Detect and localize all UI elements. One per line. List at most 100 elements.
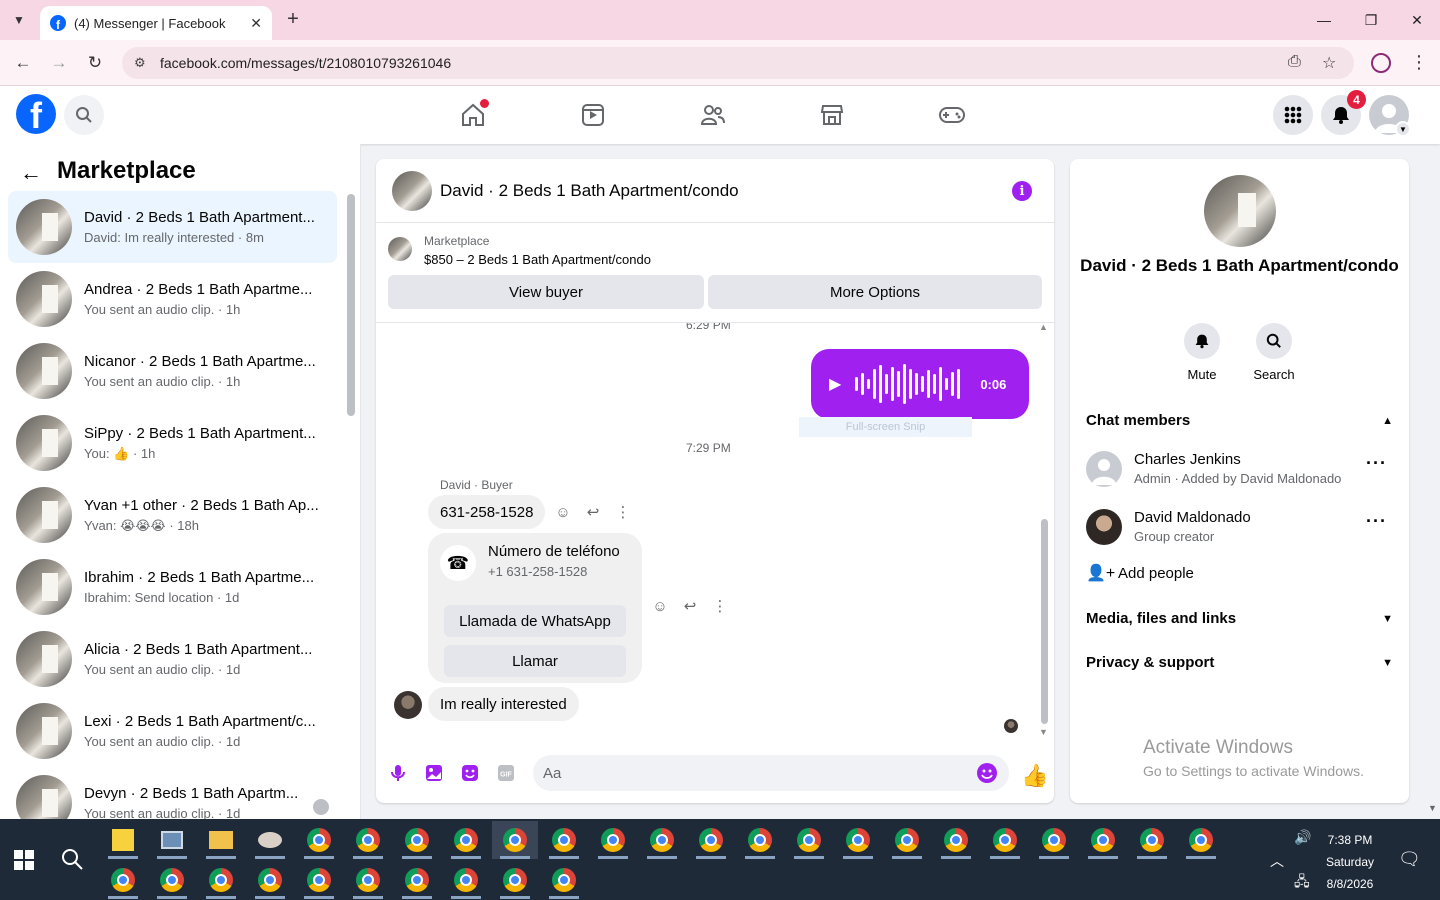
nav-video-icon[interactable] — [578, 100, 608, 130]
chrome-icon[interactable] — [982, 821, 1028, 859]
conversation-item[interactable]: Nicanor · 2 Beds 1 Bath Apartme... You s… — [8, 335, 337, 407]
audio-message[interactable]: ▶ 0:06 — [811, 349, 1029, 419]
reply-icon[interactable]: ↩ — [584, 503, 602, 521]
chrome-icon[interactable] — [492, 861, 538, 899]
chrome-icon[interactable] — [1031, 821, 1077, 859]
close-window-button[interactable]: ✕ — [1403, 8, 1431, 32]
chrome-icon[interactable] — [296, 821, 342, 859]
conversation-item[interactable]: Lexi · 2 Beds 1 Bath Apartment/c... You … — [8, 695, 337, 767]
file-explorer-icon[interactable] — [198, 821, 244, 859]
chrome-icon[interactable] — [737, 821, 783, 859]
message-bubble[interactable]: Im really interested — [428, 687, 579, 721]
member-item[interactable]: Charles Jenkins Admin · Added by David M… — [1086, 443, 1393, 495]
minimize-button[interactable]: — — [1310, 8, 1338, 32]
chrome-icon[interactable] — [443, 861, 489, 899]
chrome-icon[interactable] — [933, 821, 979, 859]
thumbs-up-icon[interactable]: 👍 — [1021, 763, 1048, 789]
chrome-icon[interactable] — [590, 821, 636, 859]
chrome-icon[interactable] — [688, 821, 734, 859]
chrome-icon[interactable] — [786, 821, 832, 859]
taskbar-search-icon[interactable] — [60, 847, 84, 877]
chrome-icon[interactable] — [884, 821, 930, 859]
more-options-button[interactable]: More Options — [708, 275, 1042, 309]
browser-profile-icon[interactable] — [1371, 53, 1391, 73]
gif-icon[interactable]: GIF — [496, 763, 516, 783]
nav-gaming-icon[interactable] — [937, 100, 967, 130]
browser-tab-messenger[interactable]: f (4) Messenger | Facebook ✕ — [40, 6, 272, 40]
conversation-item[interactable]: Yvan +1 other · 2 Beds 1 Bath Ap... Yvan… — [8, 479, 337, 551]
browser-menu-icon[interactable]: ⋮ — [1410, 52, 1428, 73]
photo-icon[interactable] — [424, 763, 444, 783]
play-icon[interactable]: ▶ — [829, 374, 841, 394]
mute-button[interactable]: Mute — [1170, 323, 1234, 382]
more-icon[interactable]: ⋮ — [614, 503, 632, 521]
chrome-icon[interactable] — [296, 861, 342, 899]
chrome-icon[interactable] — [394, 821, 440, 859]
emoji-icon[interactable] — [977, 763, 997, 783]
chrome-icon[interactable] — [1178, 821, 1224, 859]
chrome-icon[interactable] — [394, 861, 440, 899]
message-input[interactable]: Aa — [533, 755, 1009, 791]
chrome-icon[interactable] — [639, 821, 685, 859]
chrome-icon[interactable] — [247, 861, 293, 899]
menu-grid-button[interactable] — [1273, 95, 1313, 135]
message-bubble[interactable]: 631-258-1528 — [428, 495, 546, 529]
chrome-icon[interactable] — [149, 861, 195, 899]
member-item[interactable]: David Maldonado Group creator ··· — [1086, 501, 1393, 553]
media-files-links-section[interactable]: Media, files and links ▼ — [1086, 610, 1393, 627]
account-chevron-down-icon[interactable]: ▼ — [1395, 121, 1411, 137]
more-options-icon[interactable]: ··· — [1366, 511, 1387, 532]
chrome-icon[interactable] — [835, 821, 881, 859]
chrome-icon[interactable] — [1129, 821, 1175, 859]
chrome-icon[interactable] — [198, 861, 244, 899]
nav-friends-icon[interactable] — [698, 100, 728, 130]
new-tab-button[interactable]: + — [282, 8, 304, 30]
scroll-down-arrow-icon[interactable]: ▼ — [1039, 727, 1048, 737]
privacy-support-section[interactable]: Privacy & support ▼ — [1086, 654, 1393, 671]
url-input[interactable]: ⚙ facebook.com/messages/t/21080107932610… — [122, 47, 1354, 79]
conversation-item[interactable]: David · 2 Beds 1 Bath Apartment... David… — [8, 191, 337, 263]
network-icon[interactable]: 🖧 — [1294, 871, 1310, 895]
chrome-icon[interactable] — [443, 821, 489, 859]
chrome-icon[interactable] — [541, 821, 587, 859]
install-app-icon[interactable]: ⎙ — [1288, 53, 1301, 71]
maximize-button[interactable]: ❐ — [1357, 8, 1385, 32]
chat-title[interactable]: David · 2 Beds 1 Bath Apartment/condo — [440, 181, 739, 201]
nav-marketplace-icon[interactable] — [817, 100, 847, 130]
conversation-list-scrollbar[interactable] — [347, 194, 355, 416]
search-in-conversation-button[interactable]: Search — [1242, 323, 1306, 382]
conversation-item[interactable]: Alicia · 2 Beds 1 Bath Apartment... You … — [8, 623, 337, 695]
page-scroll-down-icon[interactable]: ▼ — [1428, 803, 1437, 813]
call-button[interactable]: Llamar — [444, 645, 626, 677]
tab-search-dropdown-icon[interactable]: ▼ — [6, 8, 32, 32]
volume-icon[interactable]: 🔊 — [1294, 829, 1311, 846]
reply-icon[interactable]: ↩ — [681, 597, 699, 615]
react-emoji-icon[interactable]: ☺ — [651, 597, 669, 615]
whatsapp-call-button[interactable]: Llamada de WhatsApp — [444, 605, 626, 637]
chrome-icon[interactable] — [1080, 821, 1126, 859]
microphone-icon[interactable] — [388, 763, 408, 783]
conversation-item[interactable]: Ibrahim · 2 Beds 1 Bath Apartme... Ibrah… — [8, 551, 337, 623]
reload-button[interactable]: ↻ — [83, 51, 107, 75]
tray-chevron-up-icon[interactable]: ︿ — [1270, 851, 1284, 871]
react-emoji-icon[interactable]: ☺ — [554, 503, 572, 521]
conversation-item[interactable]: Devyn · 2 Beds 1 Bath Apartm... You sent… — [8, 767, 337, 819]
facebook-logo-icon[interactable]: f — [16, 94, 56, 134]
site-settings-icon[interactable]: ⚙ — [134, 55, 150, 71]
conversation-item[interactable]: Andrea · 2 Beds 1 Bath Apartme... You se… — [8, 263, 337, 335]
chat-avatar[interactable] — [392, 170, 432, 211]
action-center-icon[interactable]: 🗨 — [1398, 849, 1421, 870]
more-options-icon[interactable]: ··· — [1366, 453, 1387, 474]
sticker-icon[interactable] — [460, 763, 480, 783]
chrome-icon[interactable] — [541, 861, 587, 899]
conversation-item[interactable]: SiPpy · 2 Beds 1 Bath Apartment... You: … — [8, 407, 337, 479]
scroll-up-arrow-icon[interactable]: ▲ — [1039, 322, 1048, 332]
chrome-icon-active[interactable] — [492, 821, 538, 859]
sender-avatar[interactable] — [394, 691, 422, 719]
windows-start-icon[interactable] — [14, 850, 34, 870]
sticky-notes-app-icon[interactable] — [100, 821, 146, 859]
chat-members-section[interactable]: Chat members ▲ — [1086, 412, 1393, 429]
chrome-icon[interactable] — [345, 821, 391, 859]
forward-button[interactable]: → — [47, 51, 71, 75]
tab-close-icon[interactable]: ✕ — [250, 15, 262, 32]
